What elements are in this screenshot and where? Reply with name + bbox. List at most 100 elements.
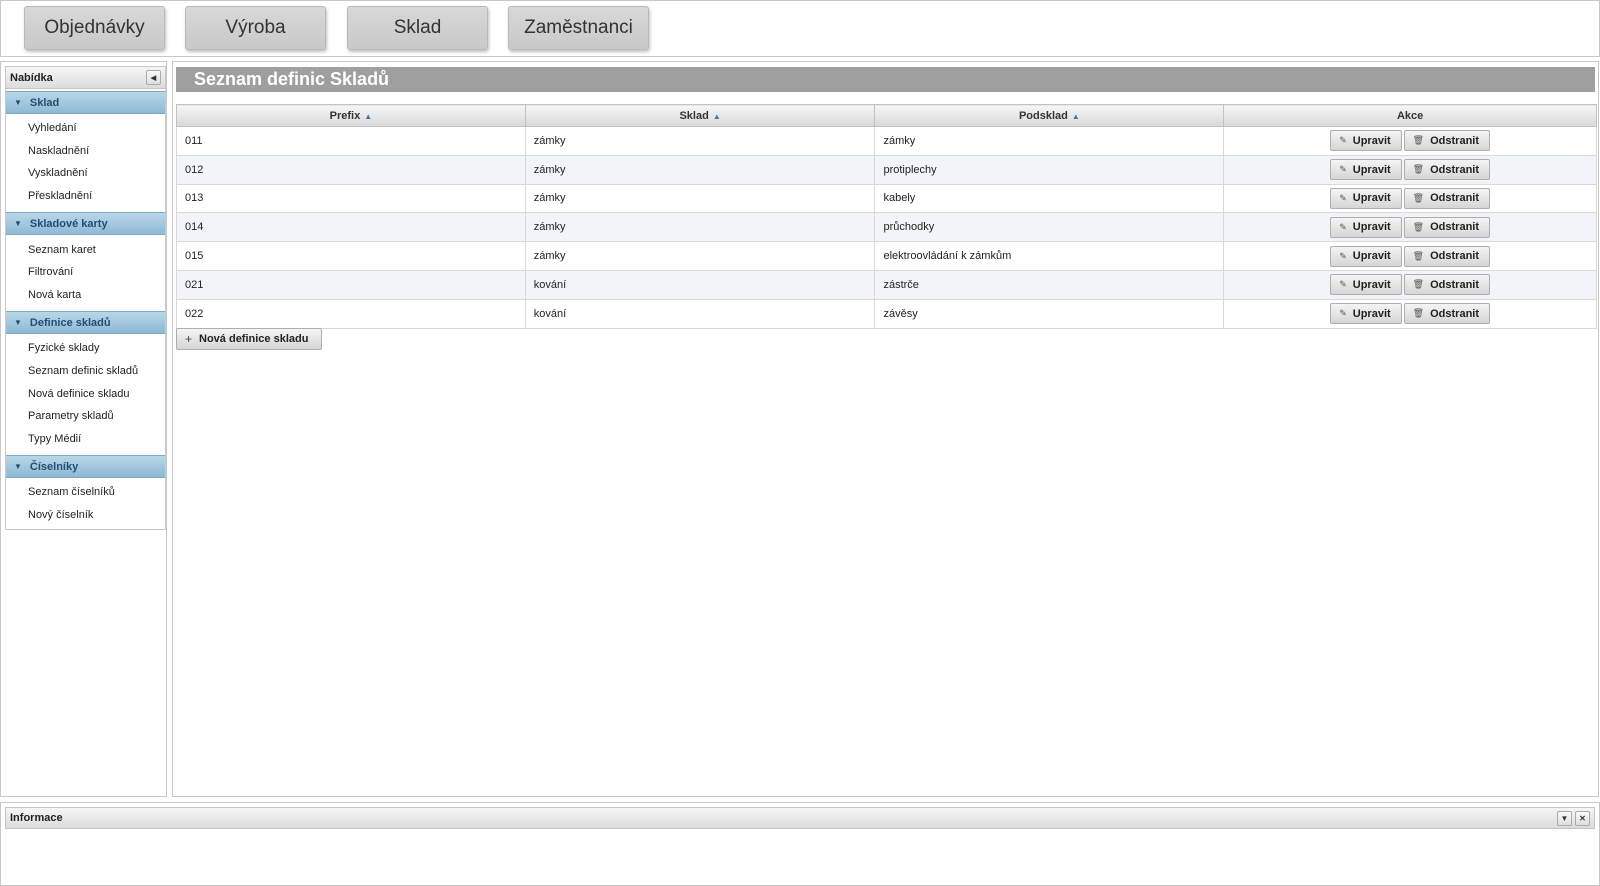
sidebar-item-naskladneni[interactable]: Naskladnění — [6, 140, 165, 163]
top-navigation: Objednávky Výroba Sklad Zaměstnanci — [0, 0, 1600, 57]
chevron-down-icon: ▼ — [14, 462, 22, 472]
nav-tab-zamestnanci[interactable]: Zaměstnanci — [508, 6, 649, 50]
definitions-table: Prefix ▲︎ Sklad ▲︎ Podsklad ▲︎ Akce 011 zám… — [176, 104, 1597, 329]
cell-prefix: 011 — [176, 126, 526, 156]
delete-button[interactable]: 🗑︎ Odstranit — [1403, 274, 1491, 296]
sidebar-item-seznam-ciselniku[interactable]: Seznam číselníků — [6, 481, 165, 504]
cell-actions: ✎ Upravit 🗑︎ Odstranit — [1223, 269, 1597, 300]
edit-button[interactable]: ✎ Upravit — [1330, 303, 1402, 325]
table-row: 022 kování závěsy ✎ Upravit 🗑︎ Odstranit — [176, 298, 1597, 329]
delete-button[interactable]: 🗑︎ Odstranit — [1403, 303, 1491, 325]
chevron-down-icon: ▼ — [14, 219, 22, 229]
pencil-icon: ✎ — [1339, 308, 1347, 319]
sidebar-menu: Nabídka ◀ ▼ Sklad Vyhledání Naskladnění … — [5, 66, 166, 530]
delete-button[interactable]: 🗑︎ Odstranit — [1403, 216, 1491, 238]
cell-sklad: kování — [524, 298, 876, 329]
edit-button[interactable]: ✎ Upravit — [1330, 130, 1402, 152]
column-header-prefix[interactable]: Prefix ▲︎ — [176, 104, 526, 127]
cell-actions: ✎ Upravit 🗑︎ Odstranit — [1223, 212, 1597, 243]
edit-button[interactable]: ✎ Upravit — [1330, 159, 1402, 181]
new-definition-button[interactable]: + Nová definice skladu — [176, 328, 322, 350]
pencil-icon: ✎ — [1339, 192, 1347, 203]
sort-icon[interactable]: ▲︎ — [364, 112, 372, 121]
section-title: Číselníky — [29, 460, 79, 473]
cell-podsklad: průchodky — [874, 212, 1225, 243]
delete-button[interactable]: 🗑︎ Odstranit — [1403, 245, 1491, 267]
sidebar-container: Nabídka ◀ ▼ Sklad Vyhledání Naskladnění … — [0, 61, 167, 797]
table-row: 013 zámky kabely ✎ Upravit 🗑︎ Odstranit — [176, 183, 1597, 214]
sidebar-item-vyhledani[interactable]: Vyhledání — [6, 117, 165, 140]
column-header-akce: Akce — [1223, 104, 1597, 127]
pencil-icon: ✎ — [1339, 164, 1347, 175]
cell-podsklad: zástrče — [874, 269, 1225, 300]
cell-podsklad: závěsy — [874, 298, 1225, 329]
cell-sklad: kování — [524, 269, 876, 300]
sidebar-item-nova-definice-skladu[interactable]: Nová definice skladu — [6, 382, 165, 405]
column-header-podsklad[interactable]: Podsklad ▲︎ — [874, 104, 1225, 127]
cell-prefix: 012 — [176, 154, 526, 185]
info-title: Informace — [10, 812, 63, 824]
sidebar-item-seznam-karet[interactable]: Seznam karet — [6, 238, 165, 261]
sidebar-item-nova-karta[interactable]: Nová karta — [6, 284, 165, 307]
sidebar-item-fyzicke-sklady[interactable]: Fyzické sklady — [6, 337, 165, 360]
sidebar-item-preskladneni[interactable]: Přeskladnění — [6, 185, 165, 208]
edit-button[interactable]: ✎ Upravit — [1330, 274, 1402, 296]
sidebar-section-definice-skladu[interactable]: ▼ Definice skladů — [6, 311, 165, 335]
trash-icon: 🗑︎ — [1412, 135, 1425, 146]
cell-actions: ✎ Upravit 🗑︎ Odstranit — [1223, 154, 1597, 185]
sort-icon[interactable]: ▲︎ — [1072, 112, 1080, 121]
cell-sklad: zámky — [524, 183, 876, 214]
trash-icon: 🗑︎ — [1412, 279, 1425, 290]
chevron-left-icon[interactable]: ◀ — [146, 70, 161, 85]
cell-prefix: 014 — [176, 212, 526, 243]
sidebar-item-vyskladneni[interactable]: Vyskladnění — [6, 162, 165, 185]
column-header-sklad[interactable]: Sklad ▲︎ — [524, 104, 876, 127]
cell-podsklad: elektroovládání k zámkům — [874, 241, 1225, 271]
sidebar-item-typy-medii[interactable]: Typy Médií — [6, 428, 165, 451]
sidebar-section-skladove-karty[interactable]: ▼ Skladové karty — [6, 212, 165, 236]
table-row: 011 zámky zámky ✎ Upravit 🗑︎ Odstranit — [176, 126, 1597, 156]
cell-sklad: zámky — [524, 212, 876, 243]
sidebar-item-seznam-definic-skladu[interactable]: Seznam definic skladů — [6, 360, 165, 383]
cell-actions: ✎ Upravit 🗑︎ Odstranit — [1223, 241, 1597, 271]
edit-button[interactable]: ✎ Upravit — [1330, 187, 1402, 209]
table-row: 015 zámky elektroovládání k zámkům ✎ Upra… — [176, 241, 1597, 271]
sidebar-title: Nabídka — [10, 71, 53, 84]
sidebar-section-sklad[interactable]: ▼ Sklad — [6, 91, 165, 114]
cell-prefix: 013 — [176, 183, 526, 214]
main-content: Seznam definic Skladů Prefix ▲︎ Sklad ▲︎ P… — [172, 61, 1599, 797]
cell-prefix: 022 — [176, 298, 526, 329]
cell-actions: ✎ Upravit 🗑︎ Odstranit — [1223, 183, 1597, 214]
sidebar-header: Nabídka ◀ — [6, 67, 165, 89]
sidebar-item-parametry-skladu[interactable]: Parametry skladů — [6, 405, 165, 428]
section-title: Sklad — [29, 96, 60, 109]
nav-tab-objednavky[interactable]: Objednávky — [24, 6, 165, 50]
info-panel: Informace ▼ ✕ — [0, 802, 1600, 886]
pencil-icon: ✎ — [1339, 279, 1347, 290]
nav-tab-vyroba[interactable]: Výroba — [185, 6, 326, 50]
close-icon[interactable]: ✕ — [1575, 811, 1590, 826]
cell-podsklad: kabely — [874, 183, 1225, 214]
table-row: 012 zámky protiplechy ✎ Upravit 🗑︎ Odstrani… — [176, 154, 1597, 185]
edit-button[interactable]: ✎ Upravit — [1330, 216, 1402, 238]
edit-button[interactable]: ✎ Upravit — [1330, 245, 1402, 267]
pencil-icon: ✎ — [1339, 250, 1347, 261]
chevron-down-icon[interactable]: ▼ — [1557, 811, 1572, 826]
trash-icon: 🗑︎ — [1412, 192, 1425, 203]
info-header: Informace ▼ ✕ — [5, 807, 1595, 829]
sidebar-item-novy-ciselnik[interactable]: Nový číselník — [6, 504, 165, 527]
delete-button[interactable]: 🗑︎ Odstranit — [1403, 187, 1491, 209]
trash-icon: 🗑︎ — [1412, 308, 1425, 319]
section-title: Definice skladů — [29, 316, 111, 329]
sort-icon[interactable]: ▲︎ — [713, 112, 721, 121]
cell-sklad: zámky — [524, 154, 876, 185]
nav-tab-sklad[interactable]: Sklad — [347, 6, 488, 50]
sidebar-item-filtrovani[interactable]: Filtrování — [6, 261, 165, 284]
sidebar-section-ciselniky[interactable]: ▼ Číselníky — [6, 455, 165, 479]
delete-button[interactable]: 🗑︎ Odstranit — [1403, 159, 1491, 181]
cell-sklad: zámky — [524, 126, 876, 156]
trash-icon: 🗑︎ — [1412, 250, 1425, 261]
chevron-down-icon: ▼ — [14, 98, 22, 107]
delete-button[interactable]: 🗑︎ Odstranit — [1403, 130, 1491, 152]
cell-actions: ✎ Upravit 🗑︎ Odstranit — [1223, 298, 1597, 329]
